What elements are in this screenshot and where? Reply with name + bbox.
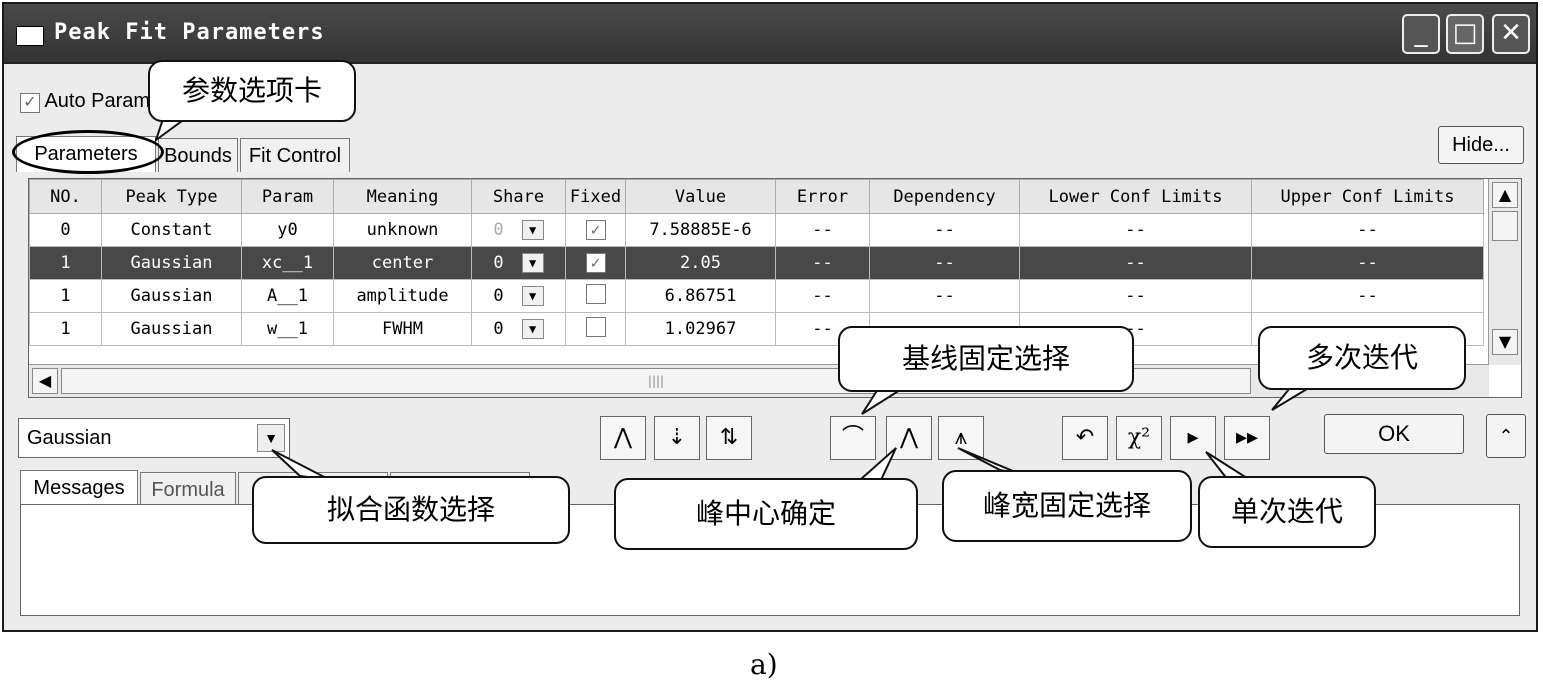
callout-baseline-fix: 基线固定选择 (838, 326, 1134, 392)
figure-caption: a) (750, 648, 778, 681)
callout-multi-iteration: 多次迭代 (1258, 326, 1466, 390)
callout-single-iteration: 单次迭代 (1198, 476, 1376, 548)
callout-peak-center: 峰中心确定 (614, 478, 918, 550)
callout-peak-width-fix: 峰宽固定选择 (942, 470, 1192, 542)
callout-parameters-tab: 参数选项卡 (148, 60, 356, 122)
callout-fit-function: 拟合函数选择 (252, 476, 570, 544)
pointer-peak-center (857, 447, 897, 484)
